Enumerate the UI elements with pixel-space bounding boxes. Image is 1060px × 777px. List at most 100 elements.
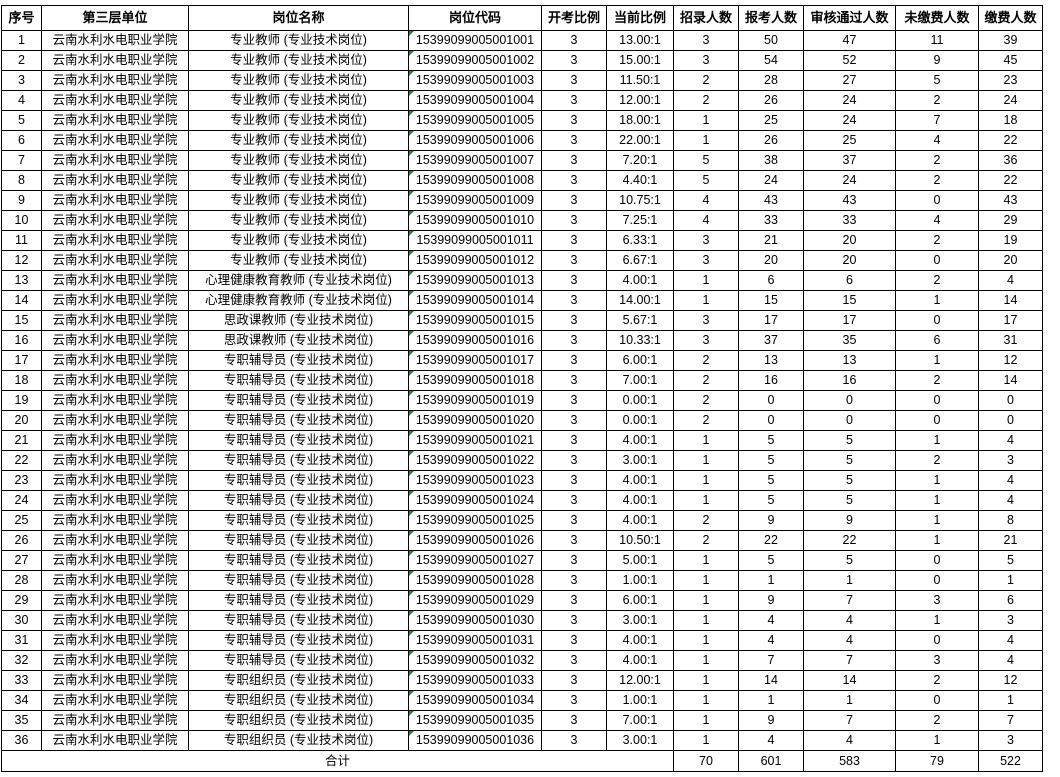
recruit-count-cell: 1: [673, 470, 739, 491]
exam-ratio-cell: 3: [541, 430, 607, 451]
total-paid: 522: [978, 750, 1043, 772]
position-code-cell: 15399099005001023: [408, 470, 542, 491]
seq-cell: 7: [1, 150, 42, 171]
applied-count-cell: 25: [738, 110, 804, 131]
seq-cell: 5: [1, 110, 42, 131]
recruit-count-cell: 2: [673, 510, 739, 531]
table-row: 21 云南水利水电职业学院 专职辅导员 (专业技术岗位) 15399099005001…: [1, 430, 1043, 451]
unpaid-count-cell: 6: [895, 330, 979, 351]
unit-cell: 云南水利水电职业学院: [41, 50, 189, 71]
unpaid-count-cell: 0: [895, 190, 979, 211]
paid-count-cell: 22: [978, 170, 1043, 191]
position-name-cell: 专职辅导员 (专业技术岗位): [188, 530, 409, 551]
paid-count-cell: 14: [978, 290, 1043, 311]
unpaid-count-cell: 1: [895, 490, 979, 511]
unit-cell: 云南水利水电职业学院: [41, 710, 189, 731]
position-code-cell: 15399099005001029: [408, 590, 542, 611]
paid-count-cell: 1: [978, 570, 1043, 591]
unit-cell: 云南水利水电职业学院: [41, 690, 189, 711]
approved-count-cell: 5: [803, 470, 896, 491]
table-row: 14 云南水利水电职业学院 心理健康教育教师 (专业技术岗位) 15399099005…: [1, 290, 1043, 311]
paid-count-cell: 5: [978, 550, 1043, 571]
paid-count-cell: 3: [978, 610, 1043, 631]
seq-cell: 23: [1, 470, 42, 491]
unpaid-count-cell: 0: [895, 550, 979, 571]
recruit-count-cell: 3: [673, 250, 739, 271]
position-code-cell: 15399099005001031: [408, 630, 542, 651]
table-row: 18 云南水利水电职业学院 专职辅导员 (专业技术岗位) 15399099005001…: [1, 370, 1043, 391]
seq-cell: 4: [1, 90, 42, 111]
exam-ratio-cell: 3: [541, 570, 607, 591]
current-ratio-cell: 6.00:1: [606, 350, 674, 371]
seq-cell: 17: [1, 350, 42, 371]
seq-cell: 31: [1, 630, 42, 651]
position-code-cell: 15399099005001011: [408, 230, 542, 251]
current-ratio-cell: 10.33:1: [606, 330, 674, 351]
current-ratio-cell: 11.50:1: [606, 70, 674, 91]
table-row: 1 云南水利水电职业学院 专业教师 (专业技术岗位) 1539909900500100…: [1, 30, 1043, 51]
exam-ratio-cell: 3: [541, 350, 607, 371]
unit-cell: 云南水利水电职业学院: [41, 70, 189, 91]
table-row: 13 云南水利水电职业学院 心理健康教育教师 (专业技术岗位) 15399099005…: [1, 270, 1043, 291]
approved-count-cell: 20: [803, 230, 896, 251]
applied-count-cell: 16: [738, 370, 804, 391]
current-ratio-cell: 18.00:1: [606, 110, 674, 131]
table-row: 31 云南水利水电职业学院 专职辅导员 (专业技术岗位) 15399099005001…: [1, 630, 1043, 651]
unpaid-count-cell: 1: [895, 290, 979, 311]
unpaid-count-cell: 0: [895, 630, 979, 651]
unit-cell: 云南水利水电职业学院: [41, 230, 189, 251]
recruit-count-cell: 3: [673, 30, 739, 51]
position-name-cell: 专职辅导员 (专业技术岗位): [188, 470, 409, 491]
approved-count-cell: 27: [803, 70, 896, 91]
exam-ratio-cell: 3: [541, 70, 607, 91]
recruit-count-cell: 1: [673, 450, 739, 471]
unit-cell: 云南水利水电职业学院: [41, 330, 189, 351]
position-code-cell: 15399099005001026: [408, 530, 542, 551]
position-code-cell: 15399099005001013: [408, 270, 542, 291]
position-code-cell: 15399099005001019: [408, 390, 542, 411]
applied-count-cell: 0: [738, 410, 804, 431]
position-name-cell: 专职辅导员 (专业技术岗位): [188, 430, 409, 451]
position-code-cell: 15399099005001012: [408, 250, 542, 271]
seq-cell: 35: [1, 710, 42, 731]
position-name-cell: 专职辅导员 (专业技术岗位): [188, 370, 409, 391]
paid-count-cell: 4: [978, 630, 1043, 651]
current-ratio-cell: 4.00:1: [606, 630, 674, 651]
unpaid-count-cell: 2: [895, 170, 979, 191]
seq-cell: 1: [1, 30, 42, 51]
paid-count-cell: 21: [978, 530, 1043, 551]
header-unpaid-count: 未缴费人数: [895, 5, 979, 31]
seq-cell: 30: [1, 610, 42, 631]
approved-count-cell: 17: [803, 310, 896, 331]
approved-count-cell: 14: [803, 670, 896, 691]
seq-cell: 21: [1, 430, 42, 451]
paid-count-cell: 23: [978, 70, 1043, 91]
seq-cell: 14: [1, 290, 42, 311]
unpaid-count-cell: 0: [895, 250, 979, 271]
recruit-count-cell: 1: [673, 590, 739, 611]
approved-count-cell: 5: [803, 490, 896, 511]
exam-ratio-cell: 3: [541, 730, 607, 751]
approved-count-cell: 20: [803, 250, 896, 271]
position-name-cell: 专业教师 (专业技术岗位): [188, 70, 409, 91]
table-row: 9 云南水利水电职业学院 专业教师 (专业技术岗位) 1539909900500100…: [1, 190, 1043, 211]
position-name-cell: 专职辅导员 (专业技术岗位): [188, 610, 409, 631]
seq-cell: 32: [1, 650, 42, 671]
paid-count-cell: 12: [978, 670, 1043, 691]
recruit-count-cell: 1: [673, 270, 739, 291]
approved-count-cell: 1: [803, 570, 896, 591]
position-code-cell: 15399099005001010: [408, 210, 542, 231]
applied-count-cell: 43: [738, 190, 804, 211]
table-row: 2 云南水利水电职业学院 专业教师 (专业技术岗位) 1539909900500100…: [1, 50, 1043, 71]
approved-count-cell: 25: [803, 130, 896, 151]
position-name-cell: 专职辅导员 (专业技术岗位): [188, 350, 409, 371]
header-position-code: 岗位代码: [408, 5, 542, 31]
position-name-cell: 专职辅导员 (专业技术岗位): [188, 490, 409, 511]
approved-count-cell: 5: [803, 550, 896, 571]
position-name-cell: 专业教师 (专业技术岗位): [188, 190, 409, 211]
exam-ratio-cell: 3: [541, 450, 607, 471]
seq-cell: 34: [1, 690, 42, 711]
applied-count-cell: 9: [738, 510, 804, 531]
table-row: 10 云南水利水电职业学院 专业教师 (专业技术岗位) 153990990050010…: [1, 210, 1043, 231]
paid-count-cell: 1: [978, 690, 1043, 711]
